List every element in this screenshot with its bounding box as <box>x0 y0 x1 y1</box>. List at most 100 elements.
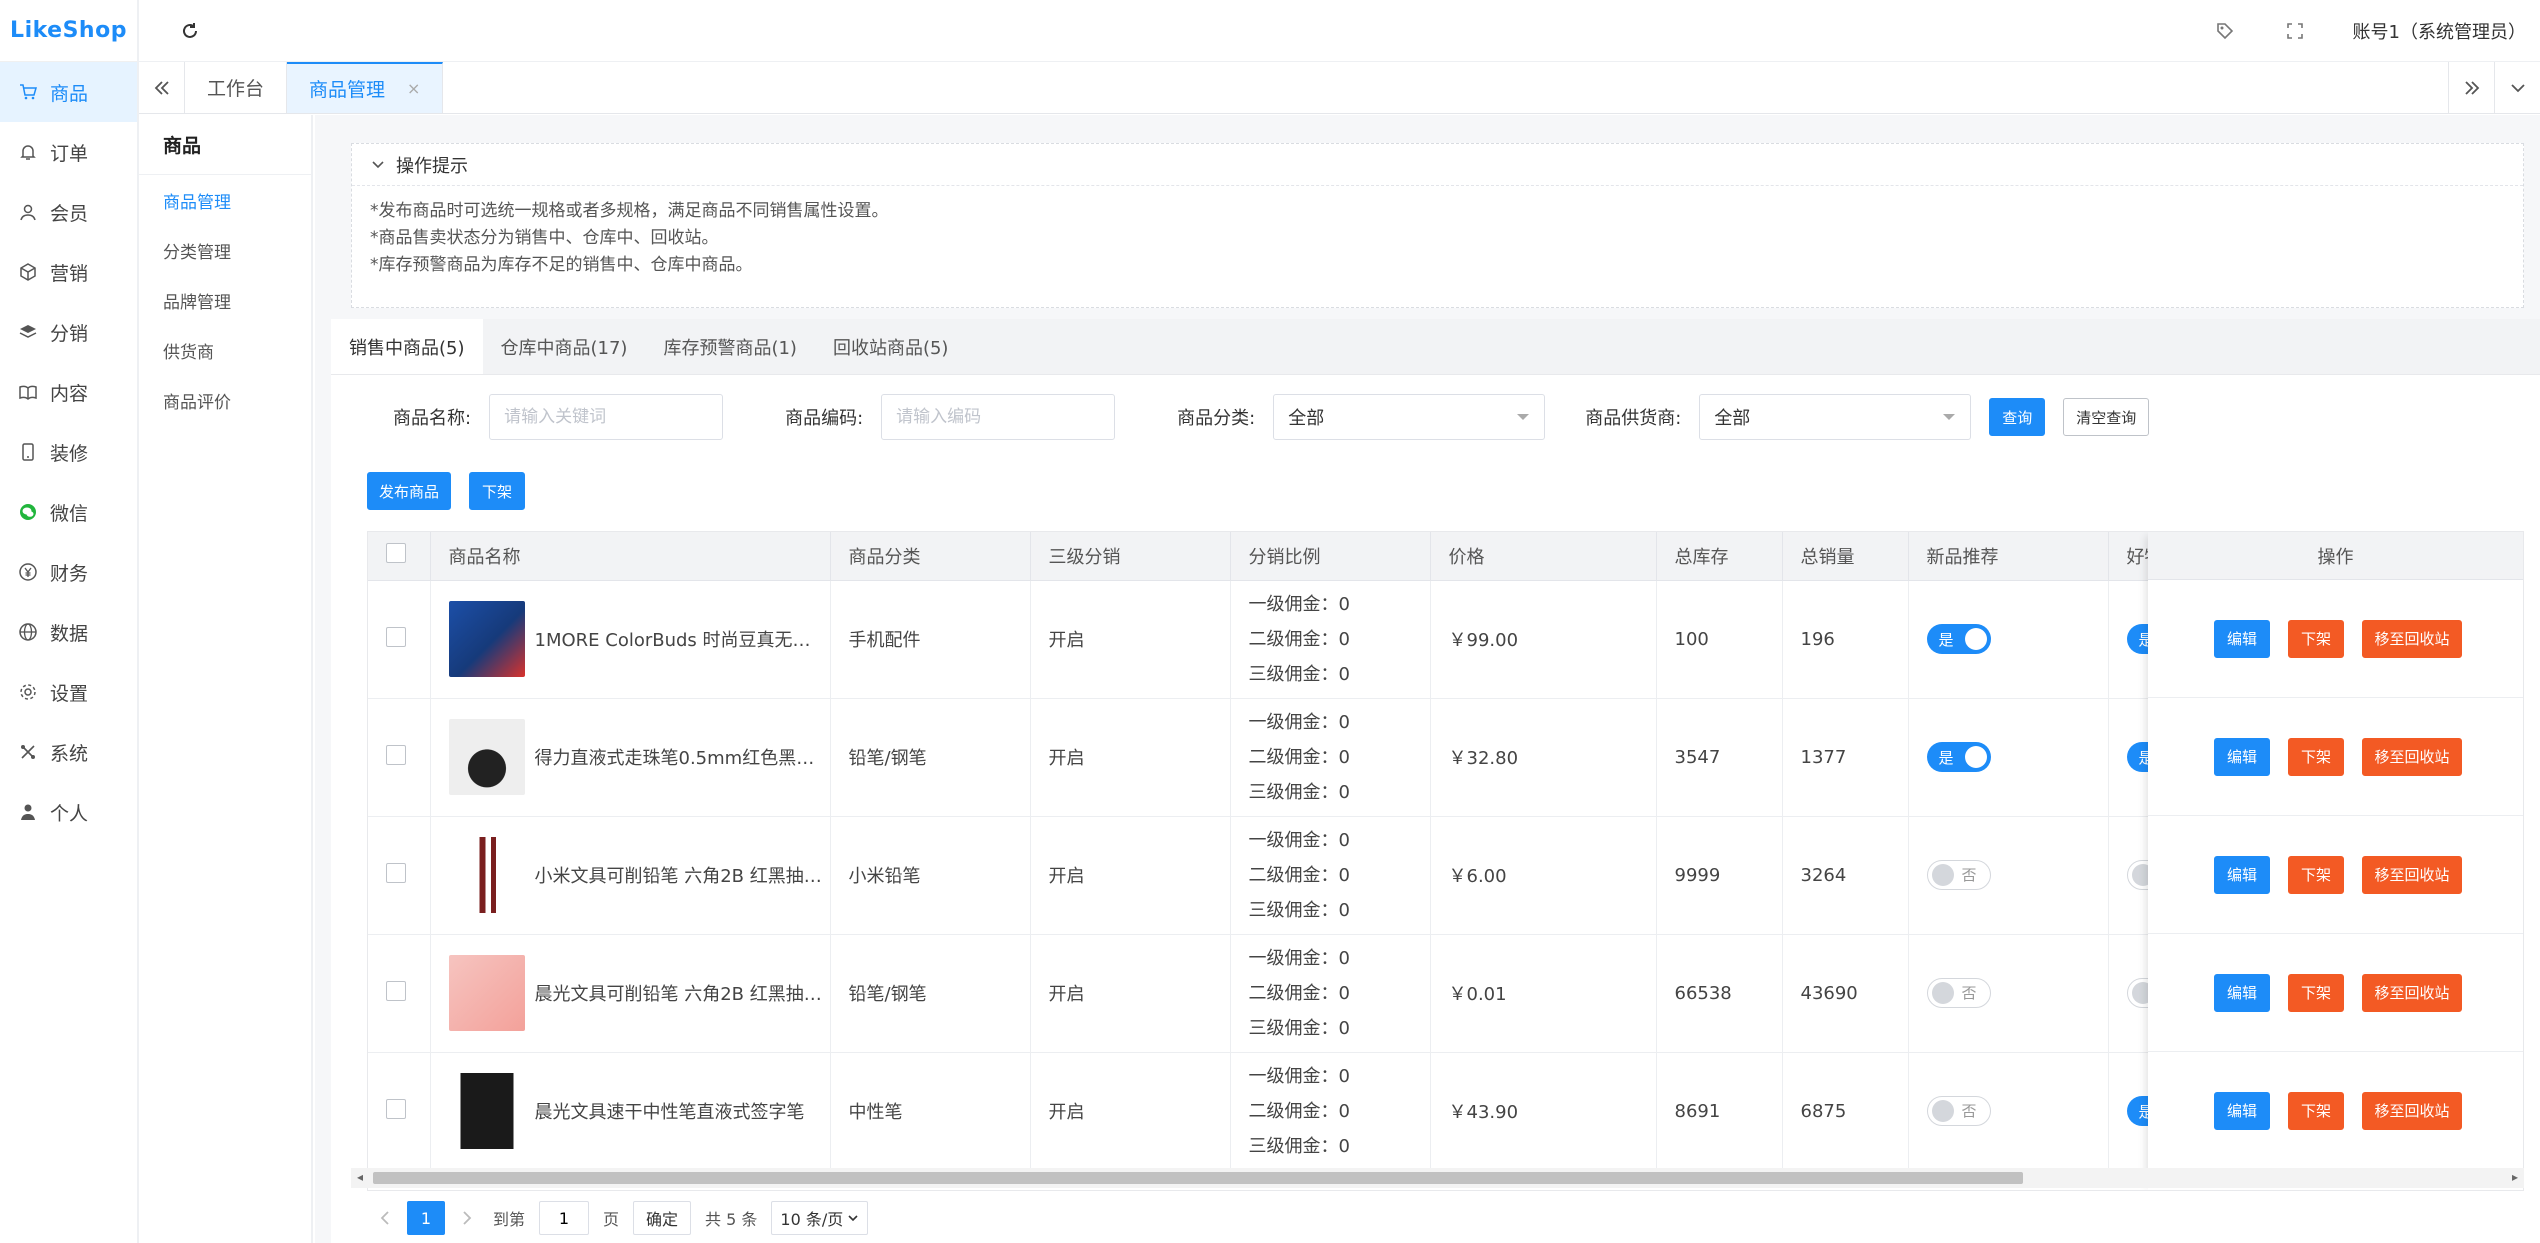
toggle-switch[interactable]: 否 <box>1926 977 1991 1008</box>
subnav-item[interactable]: 供货商 <box>139 325 311 375</box>
toggle-switch[interactable]: 否 <box>1926 1095 1991 1126</box>
sidebar-item-book[interactable]: 内容 <box>0 362 137 422</box>
account-menu[interactable]: 账号1（系统管理员） <box>2353 18 2526 44</box>
sidebar-item-layers[interactable]: 分销 <box>0 302 137 362</box>
column-header[interactable]: 价格 <box>1430 532 1657 581</box>
goods-name-input[interactable] <box>489 394 724 440</box>
sidebar-item-user[interactable]: 会员 <box>0 182 137 242</box>
column-header[interactable]: 总库存 <box>1656 532 1783 581</box>
column-header[interactable]: 新品推荐 <box>1908 532 2109 581</box>
sidebar-item-wechat[interactable]: 微信 <box>0 482 137 542</box>
product-thumbnail[interactable] <box>448 719 525 795</box>
next-page-button[interactable] <box>449 1201 485 1235</box>
fullscreen-button[interactable] <box>2283 19 2307 43</box>
offshelf-button[interactable]: 下架 <box>2288 1091 2344 1130</box>
sidebar-item-system[interactable]: 系统 <box>0 722 137 782</box>
scroll-tabs-right-button[interactable] <box>2448 62 2494 114</box>
scroll-right-icon[interactable]: ▸ <box>2512 1170 2518 1184</box>
offshelf-button[interactable]: 下架 <box>2288 619 2344 658</box>
category-select[interactable]: 全部 <box>1273 394 1546 440</box>
product-name[interactable]: 1MORE ColorBuds 时尚豆真无线蓝牙耳机 <box>535 626 825 652</box>
collapse-tabs-button[interactable] <box>139 62 185 113</box>
row-checkbox[interactable] <box>386 1098 406 1119</box>
row-checkbox[interactable] <box>386 862 406 883</box>
column-header[interactable]: 总销量 <box>1782 532 1909 581</box>
sidebar-item-cart[interactable]: 商品 <box>0 62 137 122</box>
product-name[interactable]: 晨光文具可削铅笔 六角2B 红黑抽条铅笔 <box>535 980 825 1006</box>
commission-level-2: 二级佣金：0 <box>1248 746 1350 768</box>
toggle-switch[interactable]: 否 <box>1926 859 1991 890</box>
tab-recycle-bin[interactable]: 回收站商品(5) <box>815 319 967 374</box>
product-thumbnail[interactable] <box>448 955 525 1031</box>
sidebar-item-yen[interactable]: 财务 <box>0 542 137 602</box>
offshelf-button[interactable]: 下架 <box>2288 855 2344 894</box>
subnav-item[interactable]: 分类管理 <box>139 225 311 275</box>
close-icon[interactable]: × <box>407 79 420 98</box>
supplier-select[interactable]: 全部 <box>1699 394 1972 440</box>
prev-page-button[interactable] <box>367 1201 403 1235</box>
batch-offshelf-button[interactable]: 下架 <box>469 472 525 510</box>
move-to-recycle-button[interactable]: 移至回收站 <box>2362 973 2462 1012</box>
subnav-item[interactable]: 商品管理 <box>139 175 311 225</box>
row-checkbox[interactable] <box>386 744 406 765</box>
stock-cell: 8691 <box>1656 1052 1783 1171</box>
tab-goods-management[interactable]: 商品管理 × <box>287 62 444 113</box>
move-to-recycle-button[interactable]: 移至回收站 <box>2362 737 2462 776</box>
edit-button[interactable]: 编辑 <box>2214 737 2270 776</box>
select-all-checkbox[interactable] <box>386 543 406 564</box>
product-thumbnail[interactable] <box>448 837 525 913</box>
toggle-switch[interactable]: 是 <box>1926 624 1991 654</box>
tips-toggle[interactable]: 操作提示 <box>352 144 2523 186</box>
page-size-select[interactable]: 10 条/页 <box>771 1201 869 1235</box>
product-thumbnail[interactable] <box>448 601 525 677</box>
row-checkbox[interactable] <box>386 980 406 1001</box>
column-header[interactable]: 三级分销 <box>1030 532 1231 581</box>
edit-button[interactable]: 编辑 <box>2214 973 2270 1012</box>
horizontal-scrollbar[interactable]: ◂ ▸ <box>351 1168 2524 1188</box>
column-header[interactable]: 商品分类 <box>830 532 1031 581</box>
tab-workbench[interactable]: 工作台 <box>185 62 288 113</box>
subnav-item[interactable]: 品牌管理 <box>139 275 311 325</box>
tabs-menu-button[interactable] <box>2494 62 2540 114</box>
sidebar-item-globe[interactable]: 数据 <box>0 602 137 662</box>
publish-goods-button[interactable]: 发布商品 <box>367 472 451 510</box>
column-header[interactable]: 分销比例 <box>1230 532 1431 581</box>
edit-button[interactable]: 编辑 <box>2214 855 2270 894</box>
sidebar-item-gear[interactable]: 设置 <box>0 662 137 722</box>
goods-code-input[interactable] <box>881 394 1116 440</box>
page-jump-input[interactable] <box>539 1201 590 1235</box>
offshelf-button[interactable]: 下架 <box>2288 737 2344 776</box>
reset-button[interactable]: 清空查询 <box>2063 398 2150 436</box>
app-logo[interactable]: LikeShop <box>0 0 137 62</box>
tab-in-warehouse[interactable]: 仓库中商品(17) <box>483 319 646 374</box>
column-header[interactable]: 商品名称 <box>430 532 831 581</box>
scrollbar-thumb[interactable] <box>373 1172 2023 1184</box>
page-jump-confirm-button[interactable]: 确定 <box>633 1201 692 1235</box>
product-name[interactable]: 晨光文具速干中性笔直液式签字笔 <box>535 1098 805 1124</box>
sidebar-item-box[interactable]: 营销 <box>0 242 137 302</box>
stock-cell: 9999 <box>1656 816 1783 935</box>
product-thumbnail[interactable] <box>448 1073 525 1149</box>
goods-name-label: 商品名称: <box>393 408 472 429</box>
page-number-current[interactable]: 1 <box>407 1201 445 1235</box>
move-to-recycle-button[interactable]: 移至回收站 <box>2362 1091 2462 1130</box>
move-to-recycle-button[interactable]: 移至回收站 <box>2362 855 2462 894</box>
edit-button[interactable]: 编辑 <box>2214 1091 2270 1130</box>
product-name[interactable]: 得力直液式走珠笔0.5mm红色黑色中性笔 <box>535 744 825 770</box>
tag-button[interactable] <box>2213 19 2237 43</box>
scroll-left-icon[interactable]: ◂ <box>357 1170 363 1184</box>
subnav-item[interactable]: 商品评价 <box>139 375 311 425</box>
product-name[interactable]: 小米文具可削铅笔 六角2B 红黑抽条铅笔 <box>535 862 825 888</box>
move-to-recycle-button[interactable]: 移至回收站 <box>2362 619 2462 658</box>
edit-button[interactable]: 编辑 <box>2214 619 2270 658</box>
offshelf-button[interactable]: 下架 <box>2288 973 2344 1012</box>
sidebar-item-person[interactable]: 个人 <box>0 782 137 842</box>
row-checkbox[interactable] <box>386 626 406 647</box>
tab-on-sale[interactable]: 销售中商品(5) <box>331 319 483 374</box>
refresh-button[interactable] <box>177 18 203 44</box>
tab-stock-warning[interactable]: 库存预警商品(1) <box>645 319 815 374</box>
sidebar-item-bell[interactable]: 订单 <box>0 122 137 182</box>
sidebar-item-phone[interactable]: 装修 <box>0 422 137 482</box>
search-button[interactable]: 查询 <box>1989 398 2046 436</box>
toggle-switch[interactable]: 是 <box>1926 742 1991 772</box>
